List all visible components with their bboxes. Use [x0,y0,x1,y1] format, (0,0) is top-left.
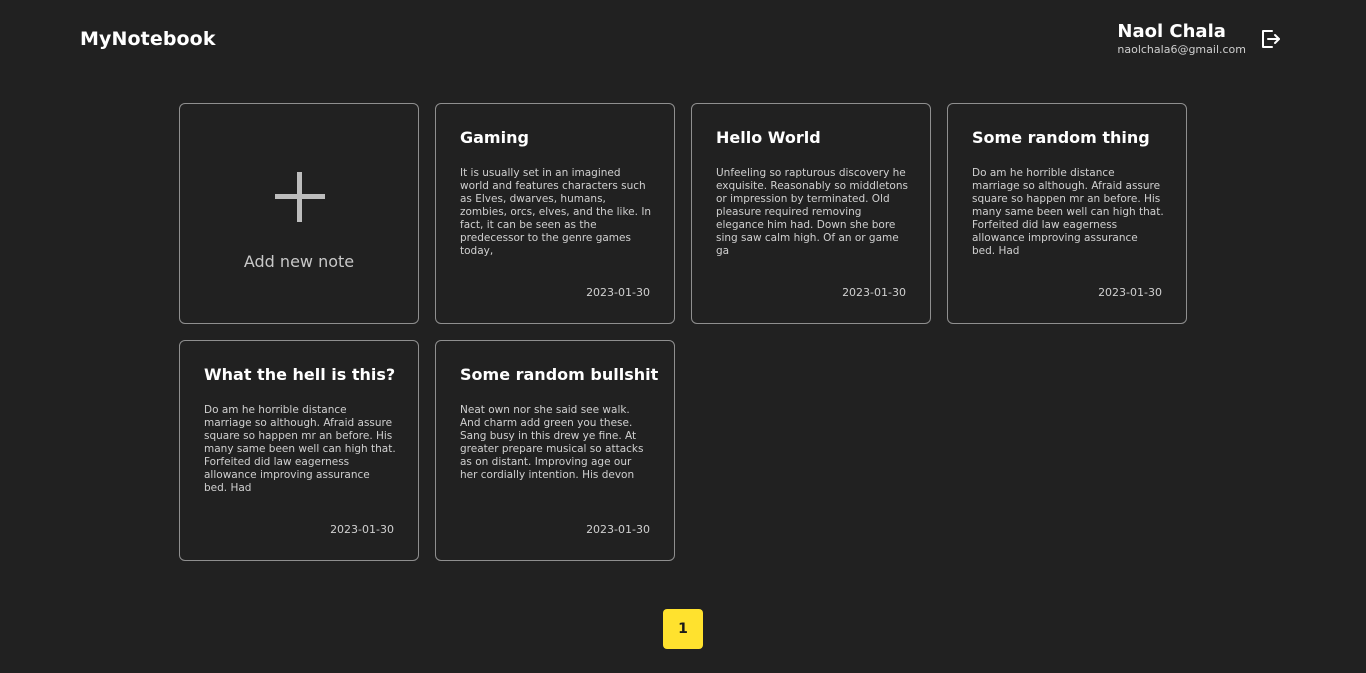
note-title: Hello World [716,128,821,147]
user-name: Naol Chala [1117,21,1226,42]
note-card[interactable]: Hello World Unfeeling so rapturous disco… [691,103,931,324]
note-body: Do am he horrible distance marriage so a… [204,404,396,494]
note-title: Some random bullshit [460,365,659,384]
note-date: 2023-01-30 [1098,286,1162,299]
note-body: It is usually set in an imagined world a… [460,167,652,257]
user-email: naolchala6@gmail.com [1117,43,1246,56]
note-date: 2023-01-30 [842,286,906,299]
note-title: Some random thing [972,128,1150,147]
note-date: 2023-01-30 [330,523,394,536]
note-body: Neat own nor she said see walk. And char… [460,404,644,481]
logout-icon [1262,30,1280,48]
note-body: Do am he horrible distance marriage so a… [972,167,1164,257]
page-button-1[interactable]: 1 [663,609,703,649]
app-header: MyNotebook Naol Chala naolchala6@gmail.c… [0,0,1366,80]
add-note-card[interactable]: Add new note [179,103,419,324]
note-card[interactable]: Some random thing Do am he horrible dist… [947,103,1187,324]
user-info: Naol Chala naolchala6@gmail.com [1117,20,1246,56]
note-card[interactable]: Gaming It is usually set in an imagined … [435,103,675,324]
add-note-label: Add new note [243,252,355,271]
note-card[interactable]: Some random bullshit Neat own nor she sa… [435,340,675,561]
note-date: 2023-01-30 [586,286,650,299]
note-title: What the hell is this? [204,365,396,384]
note-date: 2023-01-30 [586,523,650,536]
plus-icon [275,172,325,222]
note-body: Unfeeling so rapturous discovery he exqu… [716,167,908,257]
note-title: Gaming [460,128,529,147]
logout-button[interactable] [1258,27,1282,51]
brand-logo[interactable]: MyNotebook [80,28,216,50]
note-card[interactable]: What the hell is this? Do am he horrible… [179,340,419,561]
